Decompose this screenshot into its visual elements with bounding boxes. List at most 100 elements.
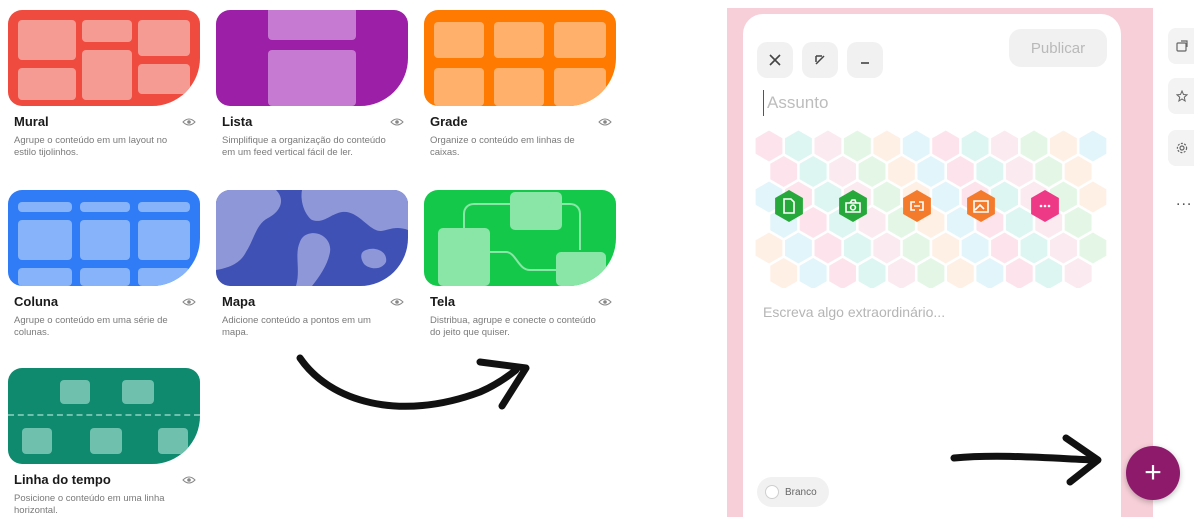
preview-eye-icon[interactable]: [182, 297, 196, 307]
layout-description: Agrupe o conteúdo em uma série de coluna…: [14, 315, 168, 338]
minimize-icon: [861, 62, 869, 64]
honeycomb-cell: [829, 258, 856, 288]
honeycomb-cell: [858, 156, 886, 187]
mapa-thumbnail: [216, 190, 408, 286]
preview-eye-icon[interactable]: [390, 297, 404, 307]
share-button[interactable]: [1168, 28, 1194, 64]
preview-eye-icon[interactable]: [390, 117, 404, 127]
layout-description: Adicione conteúdo a pontos em um mapa.: [222, 315, 371, 338]
honeycomb-cell: [976, 156, 1004, 187]
favorite-button[interactable]: [1168, 78, 1194, 114]
honeycomb-cell: [785, 130, 812, 162]
coluna-thumbnail: [8, 190, 200, 286]
honeycomb-cell: [976, 258, 1004, 288]
honeycomb-cell: [1050, 232, 1077, 264]
honeycomb-cell: [770, 258, 798, 288]
honeycomb-cell: [1079, 232, 1107, 264]
layout-card-mapa[interactable]: Mapa Adicione conteúdo a pontos em um ma…: [216, 190, 408, 339]
honeycomb-cell: [770, 156, 798, 187]
more-options-icon[interactable]: ...: [1176, 192, 1192, 210]
add-post-button[interactable]: +: [1126, 446, 1180, 500]
minimize-button[interactable]: [847, 42, 883, 78]
honeycomb-cell: [991, 232, 1018, 264]
expand-button[interactable]: [802, 42, 838, 78]
layout-description: Posicione o conteúdo em uma linha horizo…: [14, 493, 165, 516]
preview-eye-icon[interactable]: [598, 117, 612, 127]
honeycomb-cell: [799, 156, 827, 187]
honeycomb-cell: [961, 232, 989, 264]
layout-description: Organize o conteúdo em linhas de caixas.: [430, 135, 575, 158]
body-input[interactable]: [763, 300, 1093, 324]
honeycomb-cell: [902, 232, 930, 264]
layout-card-mural[interactable]: Mural Agrupe o conteúdo em um layout no …: [8, 10, 200, 159]
layout-card-lista[interactable]: Lista Simplifique a organização do conte…: [216, 10, 408, 159]
honeycomb-cell: [873, 130, 901, 162]
honeycomb-cell: [843, 232, 871, 264]
honeycomb-cell: [814, 232, 842, 264]
honeycomb-cell: [1064, 156, 1092, 187]
layout-card-grade[interactable]: Grade Organize o conteúdo em linhas de c…: [424, 10, 616, 159]
honeycomb-cell: [1064, 207, 1092, 238]
honeycomb-cell: [785, 232, 812, 264]
preview-eye-icon[interactable]: [182, 117, 196, 127]
layout-title: Linha do tempo: [14, 472, 111, 487]
honeycomb-cell: [799, 258, 827, 288]
honeycomb-cell: [873, 232, 901, 264]
layout-card-tela[interactable]: Tela Distribua, agrupe e conecte o conte…: [424, 190, 616, 339]
layout-title: Coluna: [14, 294, 59, 309]
honeycomb-cell: [917, 156, 945, 187]
layout-description: Distribua, agrupe e conecte o conteúdo d…: [430, 315, 596, 338]
honeycomb-cell: [1050, 130, 1077, 162]
preview-eye-icon[interactable]: [182, 475, 196, 485]
honeycomb-cell: [843, 130, 871, 162]
curved-arrow-icon: [296, 354, 530, 410]
honeycomb-cell: [814, 130, 842, 162]
grade-thumbnail: [424, 10, 616, 106]
preview-eye-icon[interactable]: [598, 297, 612, 307]
layout-description: Agrupe o conteúdo em um layout no estilo…: [14, 135, 168, 158]
honeycomb-cell: [932, 232, 960, 264]
honeycomb-cell: [991, 130, 1018, 162]
honeycomb-cell: [1005, 207, 1033, 238]
layout-title: Grade: [430, 114, 468, 129]
close-button[interactable]: [757, 42, 793, 78]
honeycomb-cell: [1035, 156, 1063, 187]
honeycomb-cell: [991, 181, 1018, 213]
honeycomb-cell: [1035, 258, 1063, 288]
honeycomb-cell: [1005, 258, 1033, 288]
honeycomb-cell: [1079, 130, 1107, 162]
expand-icon: [815, 55, 825, 65]
layout-title: Tela: [430, 294, 456, 309]
honeycomb-cell: [1064, 258, 1092, 288]
publish-button[interactable]: Publicar: [1009, 29, 1107, 67]
star-icon: [1176, 90, 1188, 102]
layout-title: Mural: [14, 114, 49, 129]
honeycomb-cell: [1005, 156, 1033, 187]
settings-icon: [1176, 142, 1188, 154]
layout-card-linha-do-tempo[interactable]: Linha do tempo Posicione o conteúdo em u…: [8, 368, 200, 517]
honeycomb-cell: [1079, 181, 1107, 213]
linha-do-tempo-thumbnail: [8, 368, 200, 464]
lista-thumbnail: [216, 10, 408, 106]
layout-card-coluna[interactable]: Coluna Agrupe o conteúdo em uma série de…: [8, 190, 200, 339]
honeycomb-cell: [814, 181, 842, 213]
honeycomb-cell: [917, 258, 945, 288]
layout-title: Lista: [222, 114, 253, 129]
mural-thumbnail: [8, 10, 200, 106]
honeycomb-cell: [932, 181, 960, 213]
settings-button[interactable]: [1168, 130, 1194, 166]
honeycomb-cell: [858, 258, 886, 288]
share-icon: [1176, 40, 1188, 52]
honeycomb-cell: [873, 181, 901, 213]
honeycomb-cell: [902, 130, 930, 162]
arrow-right-icon: [950, 434, 1102, 486]
honeycomb-cell: [947, 156, 974, 187]
honeycomb-cell: [961, 130, 989, 162]
attachment-hex-grid: [755, 130, 1107, 288]
color-picker-chip[interactable]: Branco: [757, 477, 829, 507]
honeycomb-cell: [932, 130, 960, 162]
honeycomb-cell: [755, 232, 783, 264]
color-label: Branco: [785, 486, 817, 498]
honeycomb-cell: [1020, 232, 1048, 264]
subject-input[interactable]: [763, 90, 1063, 116]
